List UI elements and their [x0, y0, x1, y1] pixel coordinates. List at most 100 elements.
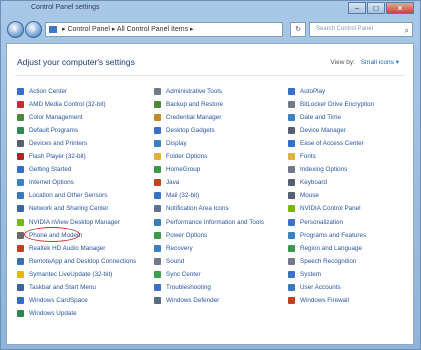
view-by-dropdown[interactable]: Small icons ▾	[361, 59, 399, 66]
window-title: Control Panel settings	[31, 4, 100, 11]
panel-item-user-accounts[interactable]: User Accounts	[288, 283, 341, 293]
panel-item-bitlocker-drive-encryption[interactable]: BitLocker Drive Encryption	[288, 99, 374, 109]
panel-item-internet-options[interactable]: Internet Options	[17, 178, 74, 188]
panel-item-display[interactable]: Display	[154, 138, 187, 148]
panel-item-device-manager[interactable]: Device Manager	[288, 125, 346, 135]
divider	[15, 75, 405, 76]
panel-item-programs-and-features[interactable]: Programs and Features	[288, 230, 366, 240]
panel-item-keyboard[interactable]: Keyboard	[288, 178, 327, 188]
panel-item-desktop-gadgets[interactable]: Desktop Gadgets	[154, 125, 215, 135]
forward-button[interactable]: ›	[25, 21, 42, 38]
page-title: Adjust your computer's settings	[17, 57, 135, 67]
panel-item-remoteapp-and-desktop-connections[interactable]: RemoteApp and Desktop Connections	[17, 256, 136, 266]
panel-item-icon	[288, 139, 295, 147]
address-bar[interactable]: ▸ Control Panel ▸ All Control Panel Item…	[45, 22, 283, 37]
panel-item-windows-cardspace[interactable]: Windows CardSpace	[17, 296, 88, 306]
panel-item-icon	[17, 179, 24, 187]
panel-item-label: Sync Center	[166, 270, 201, 278]
panel-item-symantec-liveupdate-32-bit[interactable]: Symantec LiveUpdate (32-bit)	[17, 269, 112, 279]
panel-item-nvidia-control-panel[interactable]: NVIDIA Control Panel	[288, 204, 361, 214]
panel-item-color-management[interactable]: Color Management	[17, 112, 83, 122]
panel-item-backup-and-restore[interactable]: Backup and Restore	[154, 99, 223, 109]
panel-item-label: Folder Options	[166, 153, 208, 160]
close-button[interactable]: ✕	[386, 2, 414, 14]
panel-item-amd-media-control-32-bit[interactable]: AMD Media Control (32-bit)	[17, 99, 106, 109]
panel-item-icon	[154, 87, 161, 95]
panel-item-ease-of-access-center[interactable]: Ease of Access Center	[288, 138, 364, 148]
panel-item-folder-options[interactable]: Folder Options	[154, 152, 207, 162]
panel-item-mouse[interactable]: Mouse	[288, 191, 319, 201]
panel-item-icon	[154, 139, 161, 147]
search-input[interactable]: Search Control Panel ⌕	[309, 22, 413, 37]
panel-item-autoplay[interactable]: AutoPlay	[288, 86, 325, 96]
panel-item-personalization[interactable]: Personalization	[288, 217, 343, 227]
panel-item-label: Devices and Printers	[29, 139, 88, 147]
content-pane: Adjust your computer's settings View by:…	[6, 43, 414, 345]
panel-item-label: Flash Player (32-bit)	[29, 153, 86, 160]
panel-item-mail-32-bit[interactable]: Mail (32-bit)	[154, 191, 199, 201]
panel-item-date-and-time[interactable]: Date and Time	[288, 112, 341, 122]
panel-item-notification-area-icons[interactable]: Notification Area Icons	[154, 204, 229, 214]
panel-item-getting-started[interactable]: Getting Started	[17, 165, 71, 175]
panel-item-label: Notification Area Icons	[166, 205, 229, 213]
panel-item-label: Programs and Features	[300, 231, 367, 239]
panel-item-icon	[17, 244, 24, 252]
panel-item-realtek-hd-audio-manager[interactable]: Realtek HD Audio Manager	[17, 243, 105, 253]
panel-item-recovery[interactable]: Recovery	[154, 243, 193, 253]
panel-item-label: Fonts	[300, 153, 316, 160]
panel-item-label: HomeGroup	[166, 166, 201, 174]
panel-item-icon	[288, 126, 295, 134]
panel-item-label: Device Manager	[300, 126, 346, 134]
back-button[interactable]: ‹	[7, 21, 24, 38]
panel-item-label: Windows Defender	[166, 297, 220, 305]
panel-item-default-programs[interactable]: Default Programs	[17, 125, 78, 135]
panel-item-label: RemoteApp and Desktop Connections	[29, 257, 137, 265]
panel-item-taskbar-and-start-menu[interactable]: Taskbar and Start Menu	[17, 283, 96, 293]
panel-item-label: Speech Recognition	[300, 257, 357, 265]
panel-item-system[interactable]: System	[288, 269, 321, 279]
panel-item-location-and-other-sensors[interactable]: Location and Other Sensors	[17, 191, 107, 201]
panel-item-indexing-options[interactable]: Indexing Options	[288, 165, 347, 175]
panel-item-icon	[288, 205, 295, 213]
minimize-button[interactable]: –	[348, 2, 366, 14]
panel-item-region-and-language[interactable]: Region and Language	[288, 243, 362, 253]
panel-item-icon	[154, 218, 161, 226]
panel-item-windows-firewall[interactable]: Windows Firewall	[288, 296, 349, 306]
panel-item-windows-update[interactable]: Windows Update	[17, 309, 77, 319]
panel-item-sound[interactable]: Sound	[154, 256, 184, 266]
panel-item-icon	[288, 166, 295, 174]
panel-item-label: Backup and Restore	[166, 100, 224, 108]
panel-item-label: Default Programs	[29, 126, 78, 134]
window-controls: – □ ✕	[347, 2, 414, 14]
panel-item-java[interactable]: Java	[154, 178, 179, 188]
panel-item-power-options[interactable]: Power Options	[154, 230, 207, 240]
panel-item-fonts[interactable]: Fonts	[288, 152, 316, 162]
panel-item-credential-manager[interactable]: Credential Manager	[154, 112, 221, 122]
panel-item-icon	[17, 139, 24, 147]
panel-item-icon	[17, 113, 24, 121]
panel-item-action-center[interactable]: Action Center	[17, 86, 67, 96]
maximize-button[interactable]: □	[367, 2, 385, 14]
panel-item-administrative-tools[interactable]: Administrative Tools	[154, 86, 222, 96]
panel-item-label: Keyboard	[300, 179, 327, 187]
panel-item-homegroup[interactable]: HomeGroup	[154, 165, 200, 175]
panel-item-performance-information-and-tools[interactable]: Performance Information and Tools	[154, 217, 264, 227]
refresh-button[interactable]: ↻	[290, 22, 306, 37]
panel-item-label: User Accounts	[300, 284, 341, 291]
panel-item-label: System	[300, 270, 321, 278]
panel-item-label: Windows Firewall	[300, 297, 349, 305]
panel-item-flash-player-32-bit[interactable]: Flash Player (32-bit)	[17, 152, 86, 162]
panel-item-sync-center[interactable]: Sync Center	[154, 269, 201, 279]
panel-item-label: Performance Information and Tools	[166, 218, 264, 226]
panel-item-icon	[17, 100, 24, 108]
panel-item-devices-and-printers[interactable]: Devices and Printers	[17, 138, 87, 148]
panel-item-windows-defender[interactable]: Windows Defender	[154, 296, 219, 306]
panel-item-troubleshooting[interactable]: Troubleshooting	[154, 283, 211, 293]
panel-item-nvidia-nview-desktop-manager[interactable]: NVIDIA nView Desktop Manager	[17, 217, 120, 227]
panel-item-icon	[288, 231, 295, 239]
panel-item-network-and-sharing-center[interactable]: Network and Sharing Center	[17, 204, 108, 214]
panel-item-icon	[17, 205, 24, 213]
panel-item-speech-recognition[interactable]: Speech Recognition	[288, 256, 356, 266]
panel-item-icon	[154, 100, 161, 108]
search-icon[interactable]: ⌕	[405, 24, 409, 37]
